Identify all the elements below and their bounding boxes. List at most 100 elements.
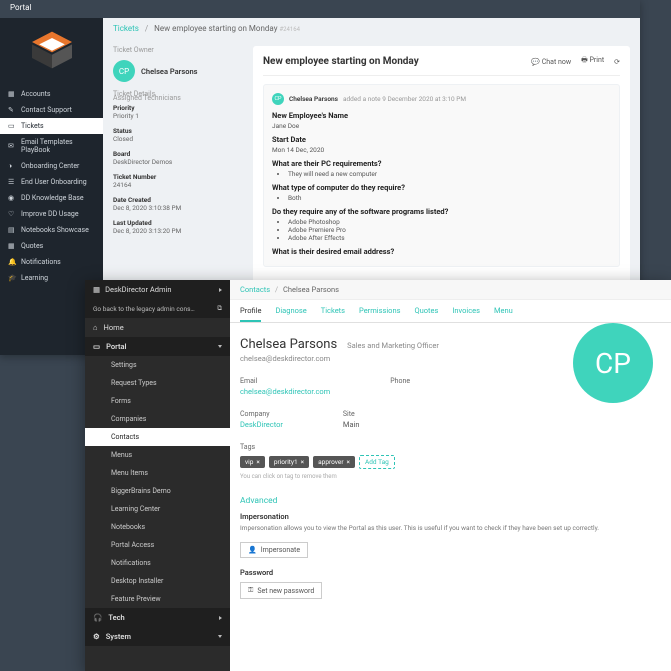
tag-chip[interactable]: vip× bbox=[240, 456, 265, 468]
app-icon: ▦ bbox=[93, 285, 100, 294]
nav-label: Portal bbox=[106, 342, 126, 351]
tag-text: approver bbox=[318, 458, 343, 466]
nav-notebooks-showcase[interactable]: ▤Notebooks Showcase bbox=[0, 222, 103, 238]
admin-sidebar: ▦ DeskDirector Admin Go back to the legac… bbox=[85, 280, 230, 671]
tab-diagnose[interactable]: Diagnose bbox=[275, 306, 306, 322]
nav-system-section[interactable]: ⚙System bbox=[85, 627, 230, 646]
legacy-label: Go back to the legacy admin cons… bbox=[93, 305, 195, 313]
contact-name: Chelsea Parsons bbox=[240, 337, 337, 352]
nav-notifications[interactable]: 🔔Notifications bbox=[0, 254, 103, 270]
tab-permissions[interactable]: Permissions bbox=[359, 306, 400, 322]
ticket-details: Ticket Details PriorityPriority 1 Status… bbox=[113, 90, 243, 242]
nav-label: Tickets bbox=[21, 122, 44, 130]
nav-quotes[interactable]: ▦Quotes bbox=[0, 238, 103, 254]
impersonation-title: Impersonation bbox=[240, 512, 661, 521]
nav-improve-usage[interactable]: ♡Improve DD Usage bbox=[0, 206, 103, 222]
sw-item: Adobe Photoshop bbox=[288, 218, 611, 226]
tag-chip[interactable]: priority1× bbox=[269, 456, 309, 468]
nav-label: Contact Support bbox=[21, 106, 72, 114]
nav-biggerbrains[interactable]: BiggerBrains Demo bbox=[85, 482, 230, 500]
email-label: Email bbox=[240, 377, 330, 385]
nav-portal-section[interactable]: ▭Portal bbox=[85, 337, 230, 356]
admin-window: ▦ DeskDirector Admin Go back to the legac… bbox=[85, 280, 671, 671]
brand-logo bbox=[0, 18, 103, 82]
contact-tabs: Profile Diagnose Tickets Permissions Quo… bbox=[230, 300, 671, 323]
tab-tickets[interactable]: Tickets bbox=[321, 306, 345, 322]
btn-label: Impersonate bbox=[261, 546, 300, 554]
print-button[interactable]: 🖶 Print bbox=[581, 56, 604, 67]
nav-contact-support[interactable]: ✎Contact Support bbox=[0, 102, 103, 118]
nav-onboarding-center[interactable]: ◑Onboarding Center bbox=[0, 158, 103, 174]
tag-remove-icon[interactable]: × bbox=[301, 458, 304, 466]
portal-nav: ▦Accounts ✎Contact Support ▭Tickets ✉Ema… bbox=[0, 86, 103, 286]
ticket-note: CP Chelsea Parsons added a note 9 Decemb… bbox=[263, 84, 620, 267]
nav-label: Learning bbox=[21, 274, 48, 282]
crumb-root[interactable]: Tickets bbox=[113, 24, 139, 33]
nav-notebooks[interactable]: Notebooks bbox=[85, 518, 230, 536]
a-start: Mon 14 Dec, 2020 bbox=[272, 146, 611, 154]
contact-avatar: CP bbox=[573, 323, 653, 403]
tag-text: vip bbox=[245, 458, 253, 466]
nav-tickets[interactable]: ▭Tickets bbox=[0, 118, 103, 134]
nav-companies[interactable]: Companies bbox=[85, 410, 230, 428]
user-icon: 👤 bbox=[248, 546, 257, 554]
ticket-title: New employee starting on Monday bbox=[263, 56, 419, 67]
q-email: What is their desired email address? bbox=[272, 247, 611, 256]
tag-remove-icon[interactable]: × bbox=[347, 458, 350, 466]
nav-knowledge-base[interactable]: ◉DD Knowledge Base bbox=[0, 190, 103, 206]
portal-header: Portal bbox=[0, 0, 640, 18]
nav-home[interactable]: ⌂Home bbox=[85, 318, 230, 337]
nav-label: End User Onboarding bbox=[21, 178, 87, 186]
email-value[interactable]: chelsea@deskdirector.com bbox=[240, 387, 330, 396]
q-comp-type: What type of computer do they require? bbox=[272, 183, 611, 192]
set-password-button[interactable]: ⚿Set new password bbox=[240, 582, 322, 599]
nav-notifications-admin[interactable]: Notifications bbox=[85, 554, 230, 572]
board-label: Board bbox=[113, 150, 243, 158]
nav-desktop-installer[interactable]: Desktop Installer bbox=[85, 572, 230, 590]
nav-label: Home bbox=[104, 323, 124, 332]
nav-portal-access[interactable]: Portal Access bbox=[85, 536, 230, 554]
a-name: Jane Doe bbox=[272, 122, 611, 130]
last-updated-label: Last Updated bbox=[113, 219, 243, 227]
admin-title-row[interactable]: ▦ DeskDirector Admin bbox=[85, 280, 230, 299]
date-created-label: Date Created bbox=[113, 196, 243, 204]
crumb-current: New employee starting on Monday bbox=[154, 24, 277, 33]
nav-label: Improve DD Usage bbox=[21, 210, 79, 218]
date-created-value: Dec 8, 2020 3:10:38 PM bbox=[113, 204, 243, 212]
nav-forms[interactable]: Forms bbox=[85, 392, 230, 410]
tab-menu[interactable]: Menu bbox=[494, 306, 513, 322]
crumb-root[interactable]: Contacts bbox=[240, 285, 270, 294]
tab-invoices[interactable]: Invoices bbox=[452, 306, 480, 322]
tab-profile[interactable]: Profile bbox=[240, 306, 261, 322]
admin-breadcrumb: Contacts / Chelsea Parsons bbox=[230, 280, 671, 300]
nav-accounts[interactable]: ▦Accounts bbox=[0, 86, 103, 102]
phone-label: Phone bbox=[390, 377, 410, 385]
nav-contacts[interactable]: Contacts bbox=[85, 428, 230, 446]
nav-email-templates[interactable]: ✉Email Templates PlayBook bbox=[0, 134, 103, 158]
add-tag-button[interactable]: Add Tag bbox=[359, 455, 395, 469]
nav-menus[interactable]: Menus bbox=[85, 446, 230, 464]
chevron-down-icon bbox=[218, 345, 222, 348]
nav-menu-items[interactable]: Menu Items bbox=[85, 464, 230, 482]
impersonate-button[interactable]: 👤 Impersonate bbox=[240, 542, 308, 558]
nav-label: System bbox=[106, 632, 131, 641]
crumb-current: Chelsea Parsons bbox=[283, 285, 339, 294]
admin-title: DeskDirector Admin bbox=[105, 285, 171, 294]
chevron-right-icon bbox=[219, 288, 222, 292]
tag-remove-icon[interactable]: × bbox=[256, 458, 259, 466]
refresh-icon[interactable]: ⟳ bbox=[614, 58, 620, 66]
nav-end-user-onboarding[interactable]: ☰End User Onboarding bbox=[0, 174, 103, 190]
tab-quotes[interactable]: Quotes bbox=[414, 306, 438, 322]
tag-chip[interactable]: approver × bbox=[313, 456, 355, 468]
nav-tech-section[interactable]: 🎧Tech bbox=[85, 608, 230, 627]
nav-settings[interactable]: Settings bbox=[85, 356, 230, 374]
nav-learning-center[interactable]: Learning Center bbox=[85, 500, 230, 518]
owner-name: Chelsea Parsons bbox=[141, 67, 198, 76]
nav-feature-preview[interactable]: Feature Preview bbox=[85, 590, 230, 608]
priority-value: Priority 1 bbox=[113, 112, 243, 120]
company-value[interactable]: DeskDirector bbox=[240, 420, 283, 429]
q-software: Do they require any of the software prog… bbox=[272, 207, 611, 216]
nav-request-types[interactable]: Request Types bbox=[85, 374, 230, 392]
chat-button[interactable]: 💬 Chat now bbox=[531, 58, 571, 66]
legacy-link[interactable]: Go back to the legacy admin cons… ⧉ bbox=[85, 299, 230, 318]
